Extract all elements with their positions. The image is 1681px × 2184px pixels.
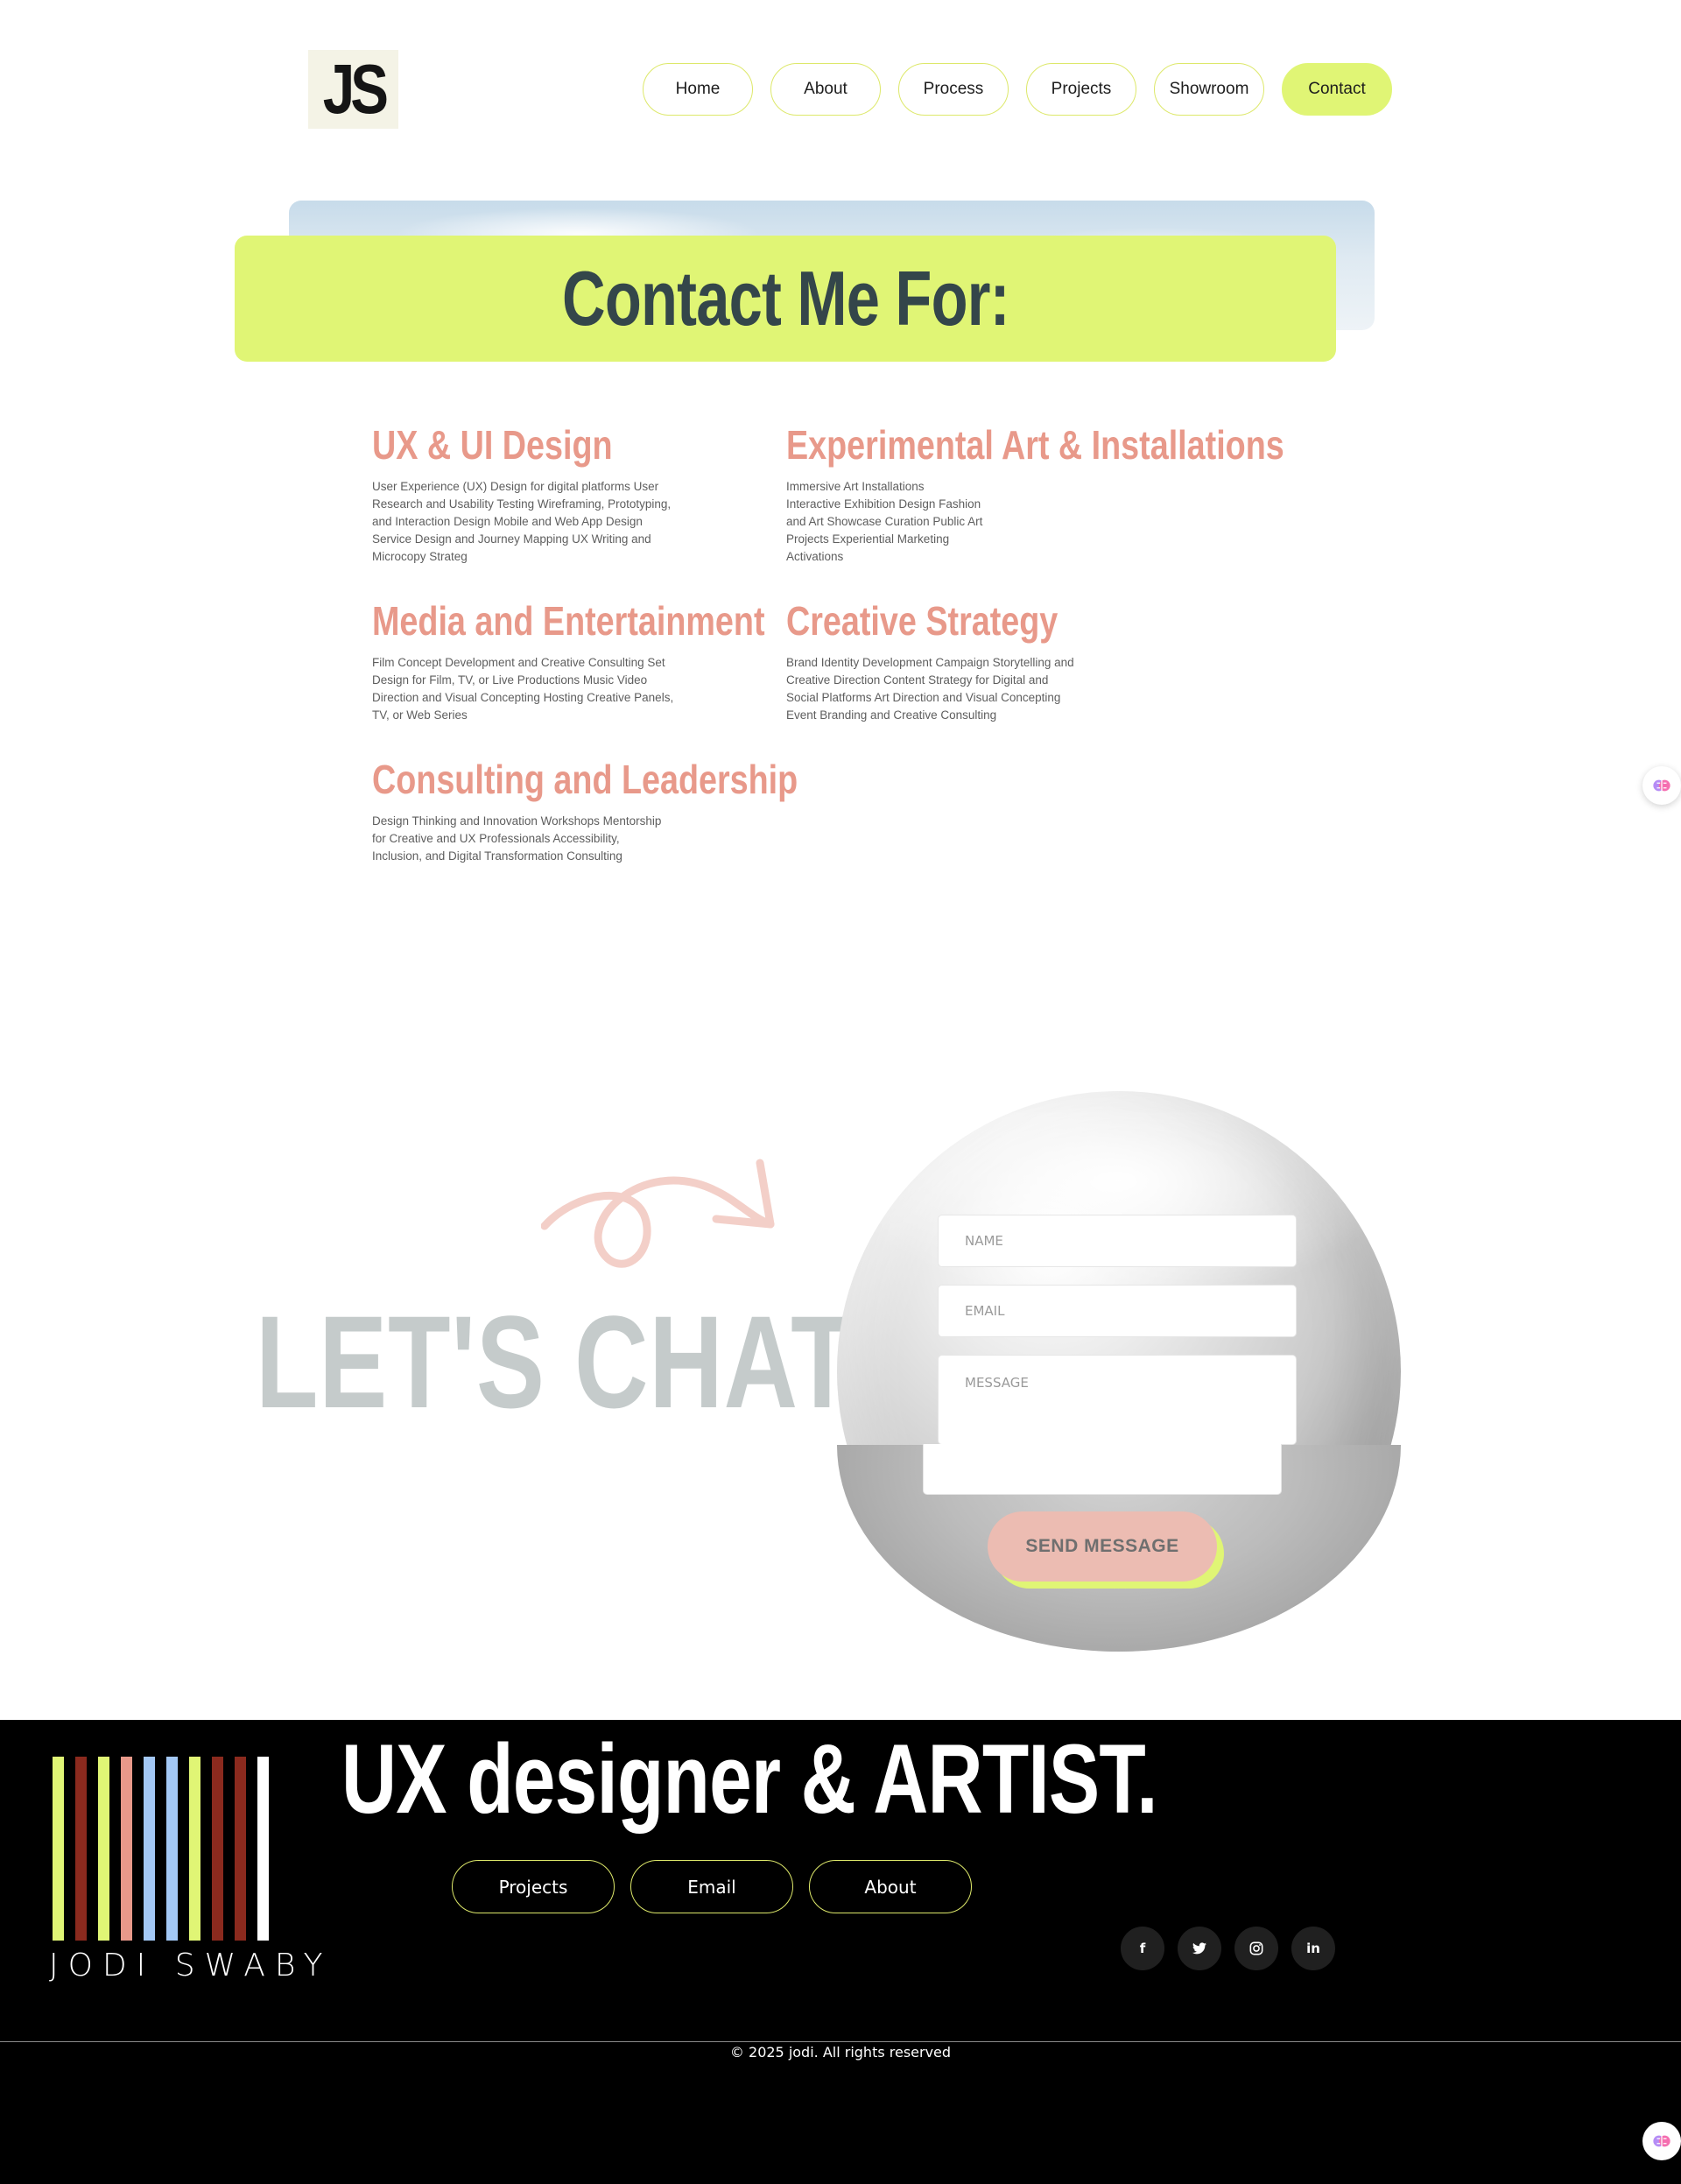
twitter-bird-icon — [1192, 1942, 1206, 1955]
service-line: Design for Film, TV, or Live Productions… — [372, 673, 648, 687]
twitter-icon[interactable] — [1178, 1927, 1221, 1970]
service-creative-strategy: Creative Strategy Brand Identity Develop… — [786, 600, 1117, 724]
service-line: User Experience (UX) Design for digital … — [372, 480, 659, 494]
footer-tagline: UX designer & ARTIST. — [341, 1724, 1158, 1834]
facebook-icon[interactable]: f — [1121, 1927, 1164, 1970]
service-description: Immersive Art Installations Interactive … — [786, 478, 1394, 566]
service-line: Event Branding and Creative Consulting — [786, 708, 997, 722]
service-line: Design Thinking and Innovation Workshops… — [372, 814, 662, 828]
service-line: Immersive Art Installations — [786, 480, 925, 494]
barcode-stripes-logo — [53, 1757, 269, 1941]
service-line: Direction and Visual Concepting Hosting … — [372, 691, 674, 705]
message-field-resizable-area[interactable] — [923, 1444, 1282, 1495]
email-field[interactable]: EMAIL — [938, 1285, 1297, 1337]
nav-projects[interactable]: Projects — [1026, 63, 1136, 116]
service-title: Creative Strategy — [786, 598, 1059, 644]
service-description: User Experience (UX) Design for digital … — [372, 478, 671, 566]
send-message-button[interactable]: SEND MESSAGE — [988, 1511, 1217, 1582]
instagram-icon[interactable] — [1234, 1927, 1278, 1970]
service-line: Microcopy Strateg — [372, 550, 468, 564]
service-description: Film Concept Development and Creative Co… — [372, 654, 851, 724]
service-description: Design Thinking and Innovation Workshops… — [372, 813, 891, 865]
service-experimental-art: Experimental Art & Installations Immersi… — [786, 424, 1394, 566]
barcode-stripe — [235, 1757, 246, 1941]
service-line: Brand Identity Development Campaign Stor… — [786, 656, 1074, 670]
nav-process[interactable]: Process — [898, 63, 1009, 116]
instagram-glyph-icon — [1249, 1941, 1263, 1955]
service-line: Social Platforms Art Direction and Visua… — [786, 691, 1061, 705]
service-line: Interactive Exhibition Design Fashion — [786, 497, 981, 511]
message-field[interactable]: MESSAGE — [938, 1355, 1297, 1445]
service-line: Projects Experiential Marketing — [786, 532, 950, 546]
service-line: Activations — [786, 550, 844, 564]
service-line: Inclusion, and Digital Transformation Co… — [372, 849, 622, 863]
barcode-stripe — [212, 1757, 223, 1941]
barcode-stripe — [121, 1757, 132, 1941]
service-ux-ui: UX & UI Design User Experience (UX) Desi… — [372, 424, 671, 566]
lets-chat-heading: LET'S CHAT — [256, 1288, 855, 1435]
barcode-stripe — [53, 1757, 64, 1941]
footer-divider — [0, 2041, 1681, 2042]
service-line: Creative Direction Content Strategy for … — [786, 673, 1049, 687]
social-links: f in — [1121, 1927, 1335, 1970]
footer-link-email[interactable]: Email — [630, 1860, 793, 1913]
barcode-stripe — [189, 1757, 200, 1941]
site-logo[interactable]: JS — [308, 50, 398, 129]
hero-card: Contact Me For: — [235, 236, 1336, 362]
service-consulting-leadership: Consulting and Leadership Design Thinkin… — [372, 758, 891, 865]
service-line: Research and Usability Testing Wireframi… — [372, 497, 672, 511]
barcode-stripe — [166, 1757, 178, 1941]
nav-contact[interactable]: Contact — [1282, 63, 1392, 116]
service-line: for Creative and UX Professionals Access… — [372, 832, 620, 846]
service-title: Experimental Art & Installations — [786, 422, 1284, 468]
barcode-stripe — [75, 1757, 87, 1941]
nav-about[interactable]: About — [770, 63, 881, 116]
barcode-stripe — [144, 1757, 155, 1941]
barcode-stripe — [257, 1757, 269, 1941]
nav-showroom[interactable]: Showroom — [1154, 63, 1264, 116]
curly-arrow-icon — [541, 1159, 775, 1268]
logo-text: JS — [322, 50, 388, 128]
service-line: Service Design and Journey Mapping UX Wr… — [372, 532, 651, 546]
footer-links: Projects Email About — [452, 1860, 972, 1913]
footer-brand-name: JODI SWABY — [49, 1948, 333, 1983]
service-title: UX & UI Design — [372, 422, 613, 468]
brain-icon — [1653, 779, 1670, 792]
brain-icon — [1653, 2135, 1670, 2147]
service-title: Consulting and Leadership — [372, 757, 798, 802]
service-line: TV, or Web Series — [372, 708, 468, 722]
nav-home[interactable]: Home — [643, 63, 753, 116]
brain-widget-icon-bottom[interactable] — [1642, 2122, 1681, 2160]
footer-link-projects[interactable]: Projects — [452, 1860, 615, 1913]
linkedin-icon[interactable]: in — [1291, 1927, 1335, 1970]
service-description: Brand Identity Development Campaign Stor… — [786, 654, 1117, 724]
name-field[interactable]: NAME — [938, 1215, 1297, 1267]
service-title: Media and Entertainment — [372, 598, 765, 644]
barcode-stripe — [98, 1757, 109, 1941]
service-line: Film Concept Development and Creative Co… — [372, 656, 665, 670]
page-title: Contact Me For: — [561, 255, 1009, 342]
brain-widget-icon[interactable] — [1642, 766, 1681, 805]
footer-link-about[interactable]: About — [809, 1860, 972, 1913]
main-nav: Home About Process Projects Showroom Con… — [643, 63, 1392, 116]
copyright-text: © 2025 jodi. All rights reserved — [729, 2044, 952, 2061]
service-line: and Interaction Design Mobile and Web Ap… — [372, 515, 643, 529]
service-media-entertainment: Media and Entertainment Film Concept Dev… — [372, 600, 851, 724]
service-line: and Art Showcase Curation Public Art — [786, 515, 983, 529]
